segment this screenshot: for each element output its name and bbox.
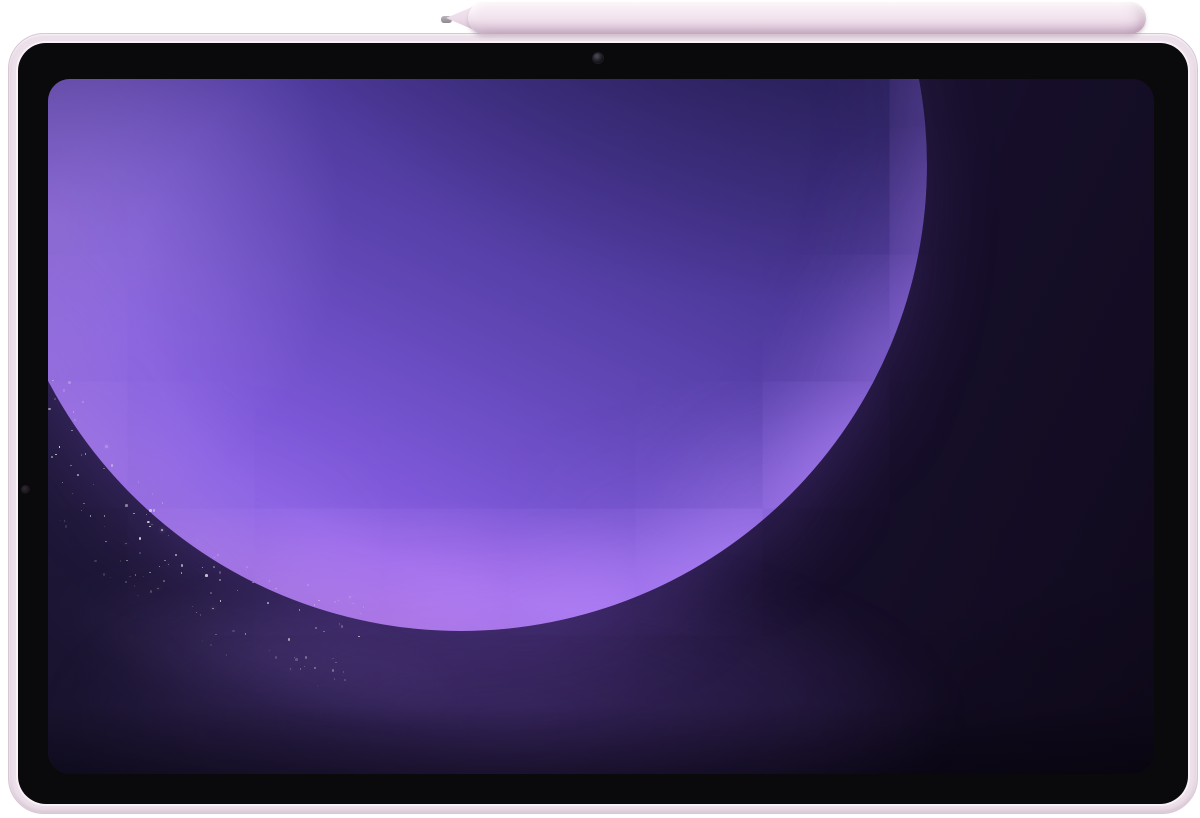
stylus [0,0,1200,40]
ambient-light-sensor [21,485,30,494]
product-photo-stage [0,0,1200,818]
tablet-bezel [18,43,1188,804]
tablet-screen [48,79,1154,774]
tablet [8,33,1198,814]
front-camera [593,53,603,63]
stylus-body [468,2,1146,34]
wallpaper-vignette [48,79,1154,774]
